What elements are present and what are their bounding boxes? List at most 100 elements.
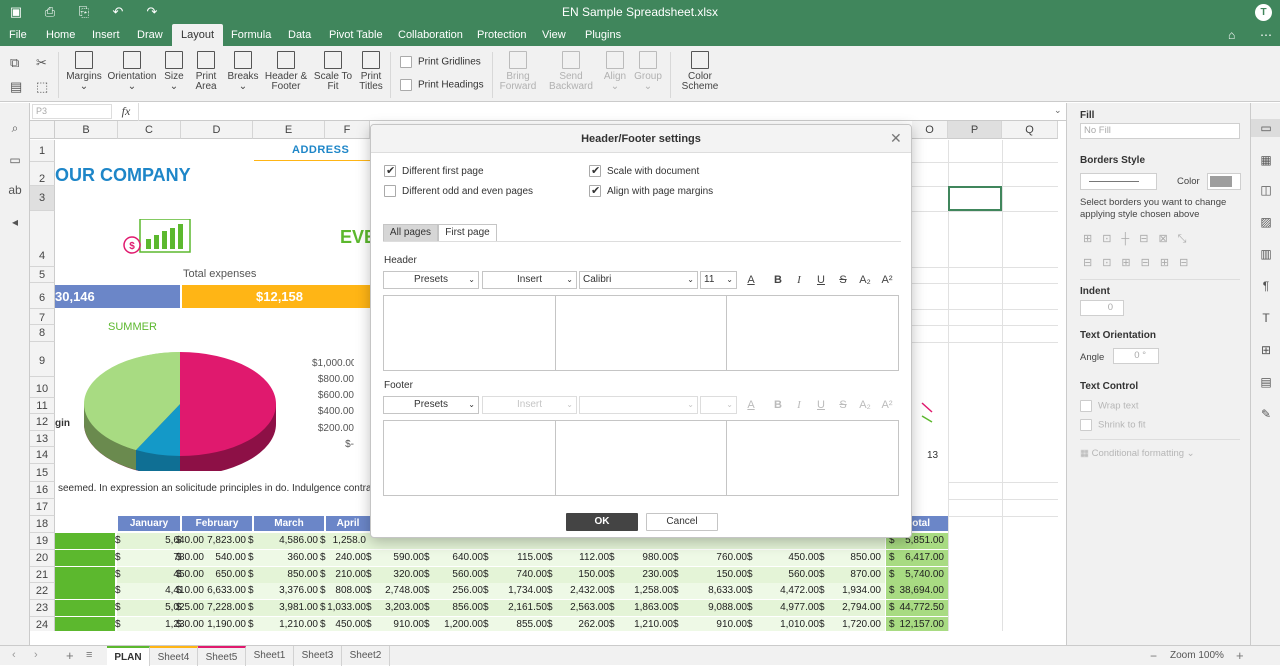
sheet-tab-sheet4[interactable]: Sheet4 [150, 646, 198, 666]
select-all-icon[interactable]: ⬚ [36, 79, 48, 95]
tab-plugins[interactable]: Plugins [576, 24, 630, 46]
print-titles-button[interactable]: Print Titles [356, 51, 386, 92]
row-header-6[interactable]: 6 [30, 283, 55, 309]
table-cell[interactable]: 112.00 [553, 551, 609, 565]
table-cell[interactable]: 850.00 [254, 568, 318, 582]
footer-italic-icon[interactable]: I [791, 397, 807, 413]
row-header-18[interactable]: 18 [30, 516, 55, 533]
table-cell[interactable]: 1,258.00 [615, 584, 673, 598]
footer-font-select[interactable]: ⌄ [579, 396, 698, 414]
cell-settings-icon[interactable]: ▭ [1259, 121, 1273, 135]
different-first-page-checkbox[interactable]: Different first page [384, 164, 484, 179]
border-buttons-row1[interactable]: ⊞⊡┼⊟⊠⤡ [1083, 232, 1203, 246]
footer-superscript-icon[interactable]: A² [879, 397, 895, 413]
row-header-11[interactable]: 11 [30, 398, 55, 414]
tab-view[interactable]: View [533, 24, 575, 46]
align-margins-checkbox[interactable]: Align with page margins [589, 184, 713, 199]
table-cell[interactable]: 6,633.00 [182, 584, 246, 598]
row-header-2[interactable]: 2 [30, 162, 55, 186]
row-label-cell[interactable] [55, 617, 115, 631]
table-cell[interactable]: 230.00 [615, 568, 673, 582]
table-cell[interactable]: 540.00 [182, 551, 246, 565]
table-cell[interactable]: 856.00 [430, 601, 483, 615]
select-all-corner[interactable] [30, 121, 55, 139]
col-header-o[interactable]: O [912, 121, 948, 139]
table-cell[interactable]: 1,033.00 [326, 601, 366, 615]
fill-select[interactable]: No Fill [1080, 123, 1240, 139]
orientation-button[interactable]: Orientation ⌄ [106, 51, 158, 92]
footer-editor[interactable] [383, 420, 899, 496]
print-headings-checkbox[interactable]: Print Headings [400, 79, 484, 91]
table-cell[interactable]: 4,586.00 [254, 534, 318, 548]
wrap-text-checkbox[interactable]: Wrap text [1080, 400, 1138, 412]
name-box[interactable]: P3 [32, 104, 112, 119]
font-color-icon[interactable]: A [743, 272, 759, 288]
sheet-tab-sheet2[interactable]: Sheet2 [342, 646, 390, 666]
image-settings-icon[interactable]: ▨ [1259, 215, 1273, 229]
slicer-icon[interactable]: ▤ [1259, 375, 1273, 389]
table-cell[interactable]: 855.00 [489, 618, 547, 631]
footer-presets-select[interactable]: Presets ⌄ [383, 396, 479, 414]
row-total-cell[interactable]: 12,157.00 [886, 618, 945, 631]
footer-font-color-icon[interactable]: A [743, 397, 759, 413]
superscript-icon[interactable]: A² [879, 272, 895, 288]
table-cell[interactable]: 1,210.00 [615, 618, 673, 631]
table-cell[interactable]: 650.00 [182, 568, 246, 582]
border-style-select[interactable] [1080, 173, 1157, 190]
border-buttons-row2[interactable]: ⊟⊡⊞⊟⊞⊟ [1083, 256, 1203, 270]
tab-file[interactable]: File [0, 24, 36, 46]
search-icon[interactable]: ⌕ [8, 121, 22, 135]
table-cell[interactable]: 4,472.00 [753, 584, 819, 598]
row-header-10[interactable]: 10 [30, 377, 55, 398]
shrink-to-fit-checkbox[interactable]: Shrink to fit [1080, 419, 1146, 431]
footer-subscript-icon[interactable]: A₂ [857, 397, 873, 413]
table-cell[interactable]: 590.00 [372, 551, 424, 565]
table-cell[interactable]: 1,200.00 [430, 618, 483, 631]
send-backward-button[interactable]: Send Backward [546, 51, 596, 92]
header-font-size-select[interactable]: 11 ⌄ [700, 271, 737, 289]
tab-home[interactable]: Home [37, 24, 84, 46]
table-cell[interactable]: 3,376.00 [254, 584, 318, 598]
sheet-tab-sheet3[interactable]: Sheet3 [294, 646, 342, 666]
header-insert-select[interactable]: Insert ⌄ [482, 271, 577, 289]
italic-icon[interactable]: I [791, 272, 807, 288]
col-header-q[interactable]: Q [1002, 121, 1058, 139]
print-area-button[interactable]: Print Area [190, 51, 222, 92]
subscript-icon[interactable]: A₂ [857, 272, 873, 288]
table-cell[interactable]: 1,734.00 [489, 584, 547, 598]
table-cell[interactable]: 115.00 [489, 551, 547, 565]
spellcheck-icon[interactable]: ab [8, 183, 22, 197]
row-header-19[interactable]: 19 [30, 533, 55, 550]
size-button[interactable]: Size ⌄ [160, 51, 188, 92]
footer-strikethrough-icon[interactable]: S [835, 397, 851, 413]
col-header-f[interactable]: F [325, 121, 370, 139]
tab-insert[interactable]: Insert [83, 24, 129, 46]
footer-underline-icon[interactable]: U [813, 397, 829, 413]
bold-icon[interactable]: B [770, 272, 786, 288]
signature-icon[interactable]: ✎ [1259, 407, 1273, 421]
comments-icon[interactable]: ▭ [8, 153, 22, 167]
align-button[interactable]: Align ⌄ [600, 51, 630, 92]
row-header-22[interactable]: 22 [30, 583, 55, 600]
border-color-picker[interactable] [1207, 173, 1241, 190]
table-cell[interactable]: 2,563.00 [553, 601, 609, 615]
table-cell[interactable]: 910.00 [679, 618, 747, 631]
sheet-tab-sheet1[interactable]: Sheet1 [246, 646, 294, 666]
table-cell[interactable]: 1,210.00 [254, 618, 318, 631]
table-cell[interactable]: 1,010.00 [753, 618, 819, 631]
row-header-5[interactable]: 5 [30, 267, 55, 283]
col-header-b[interactable]: B [55, 121, 118, 139]
row-header-23[interactable]: 23 [30, 600, 55, 617]
row-label-cell[interactable] [55, 567, 115, 583]
row-header-13[interactable]: 13 [30, 431, 55, 447]
indent-input[interactable]: 0 [1080, 300, 1124, 316]
table-cell[interactable]: 3,203.00 [372, 601, 424, 615]
table-cell[interactable]: 8,633.00 [679, 584, 747, 598]
pivot-table-icon[interactable]: ⊞ [1259, 343, 1273, 357]
col-header-e[interactable]: E [253, 121, 325, 139]
open-location-icon[interactable]: ⌂ [1228, 28, 1235, 42]
different-odd-even-checkbox[interactable]: Different odd and even pages [384, 185, 533, 199]
col-header-p[interactable]: P [948, 121, 1002, 139]
row-header-21[interactable]: 21 [30, 567, 55, 583]
row-header-16[interactable]: 16 [30, 482, 55, 499]
